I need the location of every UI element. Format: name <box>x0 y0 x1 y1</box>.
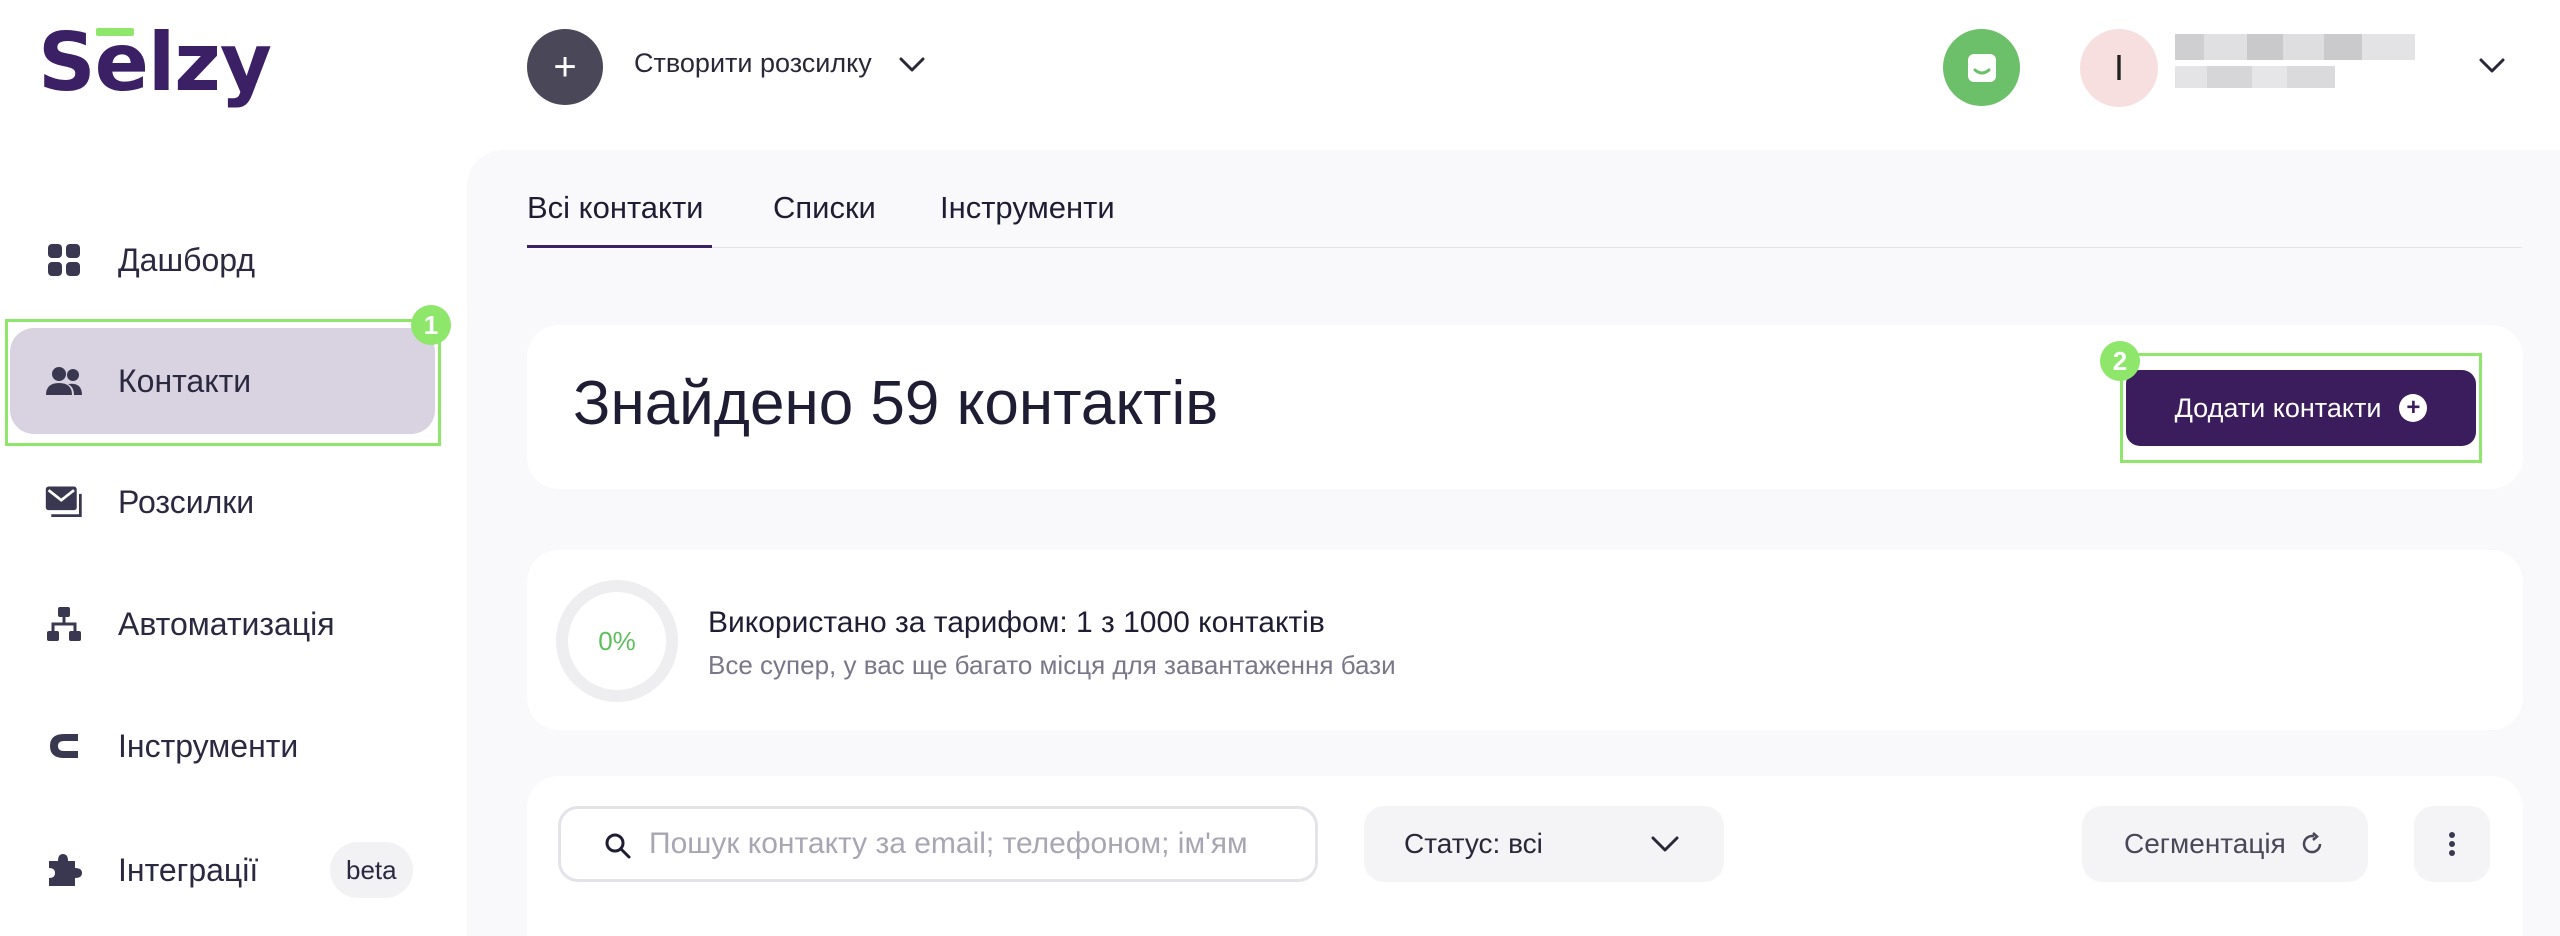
plan-usage-card <box>527 550 2523 730</box>
dashboard-grid-icon <box>44 240 84 280</box>
sidebar-item-label: Розсилки <box>118 483 255 520</box>
account-chevron-down-icon[interactable] <box>2478 55 2506 77</box>
tab-all-contacts[interactable]: Всі контакти <box>527 190 703 226</box>
active-tab-indicator <box>527 245 712 248</box>
create-campaign-plus-button[interactable]: + <box>527 29 603 105</box>
plus-icon: + <box>553 45 577 89</box>
usage-progress-ring: 0% <box>556 580 678 702</box>
sidebar-item-label: Автоматизація <box>118 605 335 642</box>
usage-percent: 0% <box>598 625 636 656</box>
search-field[interactable] <box>558 806 1318 882</box>
sidebar-item-dashboard[interactable]: Дашборд <box>10 206 435 314</box>
user-avatar[interactable]: I <box>2080 29 2158 107</box>
magnet-icon <box>44 726 84 766</box>
usage-subtitle: Все супер, у вас ще багато місця для зав… <box>708 650 1396 680</box>
sidebar-item-integrations[interactable]: Інтеграції beta <box>10 816 435 924</box>
sidebar-item-tools[interactable]: Інструменти <box>10 692 435 800</box>
sidebar-item-campaigns[interactable]: Розсилки <box>10 448 435 556</box>
tab-tools[interactable]: Інструменти <box>940 190 1115 226</box>
vertical-dots-icon <box>2449 832 2455 856</box>
usage-title: Використано за тарифом: 1 з 1000 контакт… <box>708 606 1325 639</box>
refresh-icon <box>2302 832 2322 854</box>
search-icon <box>605 833 631 859</box>
chevron-down-icon[interactable] <box>898 54 926 76</box>
chevron-down-icon <box>1651 836 1679 852</box>
sidebar-item-label: Дашборд <box>118 241 255 278</box>
page-title: Знайдено 59 контактів <box>573 369 1219 438</box>
tab-lists[interactable]: Списки <box>773 190 876 226</box>
selzy-logo[interactable]: Selzy <box>38 16 272 109</box>
status-filter-select[interactable]: Статус: всі <box>1364 806 1724 882</box>
highlight-number-2: 2 <box>2100 341 2140 381</box>
beta-badge: beta <box>330 842 413 898</box>
logo-accent-bar <box>96 28 134 36</box>
sidebar-item-label: Інструменти <box>118 727 299 764</box>
status-filter-label: Статус: всі <box>1404 828 1543 859</box>
puzzle-icon <box>44 850 84 890</box>
mail-stack-icon <box>44 482 84 522</box>
chat-icon <box>1967 53 1996 82</box>
hierarchy-icon <box>44 604 84 644</box>
sidebar-item-automation[interactable]: Автоматизація <box>10 570 435 678</box>
highlight-box-contacts <box>5 319 441 446</box>
create-campaign-label[interactable]: Створити розсилку <box>634 48 872 79</box>
tabs-divider <box>527 247 2522 248</box>
segmentation-button[interactable]: Сегментація <box>2082 806 2368 882</box>
highlight-box-add-contacts <box>2120 353 2482 463</box>
search-input[interactable] <box>647 821 1297 867</box>
more-options-button[interactable] <box>2414 806 2490 882</box>
highlight-number-1: 1 <box>411 305 451 345</box>
segmentation-label: Сегментація <box>2124 828 2286 859</box>
user-info-blurred[interactable] <box>2175 34 2415 90</box>
logo-text: Selzy <box>38 16 272 109</box>
sidebar-item-label: Інтеграції <box>118 851 259 888</box>
chat-support-button[interactable] <box>1943 29 2020 106</box>
